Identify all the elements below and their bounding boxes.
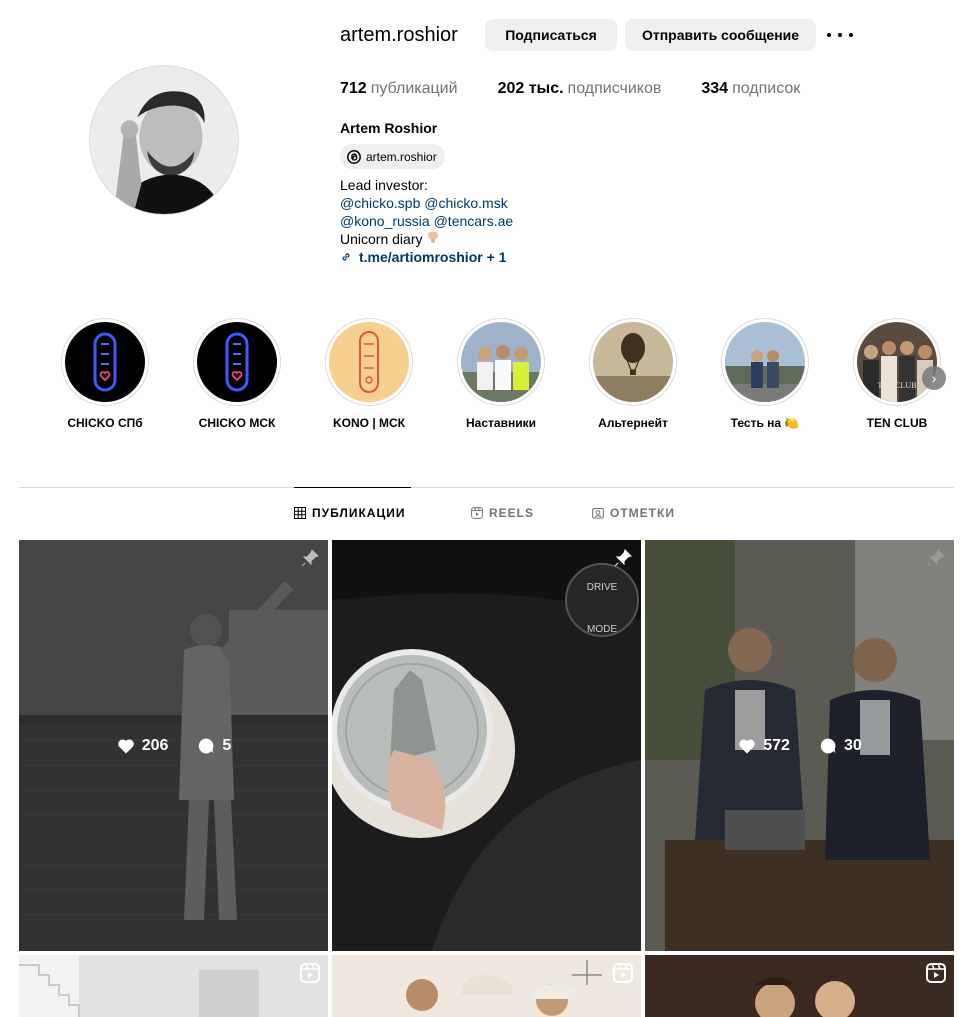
bio-line-4: Unicorn diary (340, 231, 423, 247)
post-tile[interactable] (19, 955, 328, 1017)
tabs-divider (19, 487, 954, 488)
comment-icon (820, 738, 836, 753)
follow-button[interactable]: Подписаться (485, 19, 617, 51)
svg-text:TEN CLUB: TEN CLUB (878, 381, 917, 390)
stat-posts[interactable]: 712 публикаций (340, 80, 458, 98)
pin-icon (301, 549, 319, 567)
reel-icon (926, 963, 946, 983)
threads-icon (347, 149, 361, 164)
people-photo-icon (461, 322, 541, 402)
story-highlights: CHICKO СПб CHICKO МСК KONO | МСК Наставн… (0, 318, 973, 438)
profile-bio: Lead investor: @chicko.spb @chicko.msk @… (340, 176, 513, 266)
more-options-icon[interactable] (827, 25, 853, 45)
reels-icon (471, 507, 483, 519)
post-comments: 5 (196, 736, 231, 756)
reel-icon (613, 963, 633, 983)
mention-kono-russia[interactable]: @kono_russia (340, 213, 430, 229)
mention-chicko-msk[interactable]: @chicko.msk (424, 195, 507, 211)
stat-following[interactable]: 334 подписок (701, 80, 800, 98)
pin-icon (614, 549, 632, 567)
profile-stats: 712 публикаций 202 тыс. подписчиков 334 под… (340, 80, 840, 98)
tab-tagged[interactable]: ОТМЕТКИ (592, 506, 675, 520)
highlights-next-arrow-icon[interactable]: › (922, 366, 946, 390)
post-likes: 572 (737, 736, 790, 756)
mention-chicko-spb[interactable]: @chicko.spb (340, 195, 420, 211)
post-comments: 30 (818, 736, 862, 756)
heart-icon (117, 738, 134, 753)
pin-icon (927, 549, 945, 567)
highlight-chicko-spb[interactable]: CHICKO СПб (61, 318, 149, 430)
stat-followers[interactable]: 202 тыс. подписчиков (498, 80, 662, 98)
tab-reels[interactable]: REELS (471, 506, 534, 520)
chicko-neon-logo-icon (65, 322, 145, 402)
balloon-photo-icon (593, 322, 673, 402)
post-tile[interactable] (332, 955, 641, 1017)
post-tile[interactable]: 572 30 (645, 540, 954, 951)
highlight-mentors[interactable]: Наставники (457, 318, 545, 430)
post-tile[interactable] (645, 955, 954, 1017)
mention-tencars-ae[interactable]: @tencars.ae (434, 213, 514, 229)
post-likes: 206 (116, 736, 168, 756)
heart-icon (739, 738, 756, 753)
highlight-alternate[interactable]: Альтернейт (589, 318, 677, 430)
tagged-icon (592, 508, 604, 519)
avatar-image (90, 66, 238, 214)
threads-badge[interactable]: artem.roshior (340, 144, 445, 169)
post-tile[interactable]: 206 5 (19, 540, 328, 951)
link-icon (342, 253, 350, 261)
reel-icon (300, 963, 320, 983)
svg-text:DRIVE: DRIVE (587, 582, 618, 593)
comment-icon (199, 738, 214, 753)
group-photo-icon: TEN CLUB (857, 322, 937, 402)
kono-logo-icon (329, 322, 409, 402)
post-photo (19, 955, 328, 1017)
bio-external-link[interactable]: t.me/artiomroshior + 1 (340, 248, 513, 266)
post-stats: 206 5 (19, 540, 328, 951)
post-photo (332, 955, 641, 1017)
send-message-button[interactable]: Отправить сообщение (625, 19, 816, 51)
bio-line-1: Lead investor: (340, 177, 428, 193)
people-photo-icon (725, 322, 805, 402)
chicko-neon-logo-icon (197, 322, 277, 402)
grid-icon (294, 507, 306, 519)
profile-username: artem.roshior (340, 24, 458, 46)
post-stats: 572 30 (645, 540, 954, 951)
profile-full-name: Artem Roshior (340, 120, 438, 136)
post-tile[interactable]: DRIVE MODE (332, 540, 641, 951)
highlight-father-in-law[interactable]: Тесть на 🍋 (721, 318, 809, 430)
highlight-chicko-msk[interactable]: CHICKO МСК (193, 318, 281, 430)
svg-text:MODE: MODE (587, 624, 617, 635)
highlight-kono-msk[interactable]: KONO | МСК (325, 318, 413, 430)
post-photo: DRIVE MODE (332, 540, 641, 951)
active-tab-indicator (294, 487, 411, 488)
tab-posts[interactable]: ПУБЛИКАЦИИ (294, 506, 405, 520)
pointing-down-emoji-icon (428, 232, 439, 243)
profile-avatar[interactable] (89, 65, 239, 215)
threads-handle: artem.roshior (366, 149, 437, 164)
post-photo (645, 955, 954, 1017)
